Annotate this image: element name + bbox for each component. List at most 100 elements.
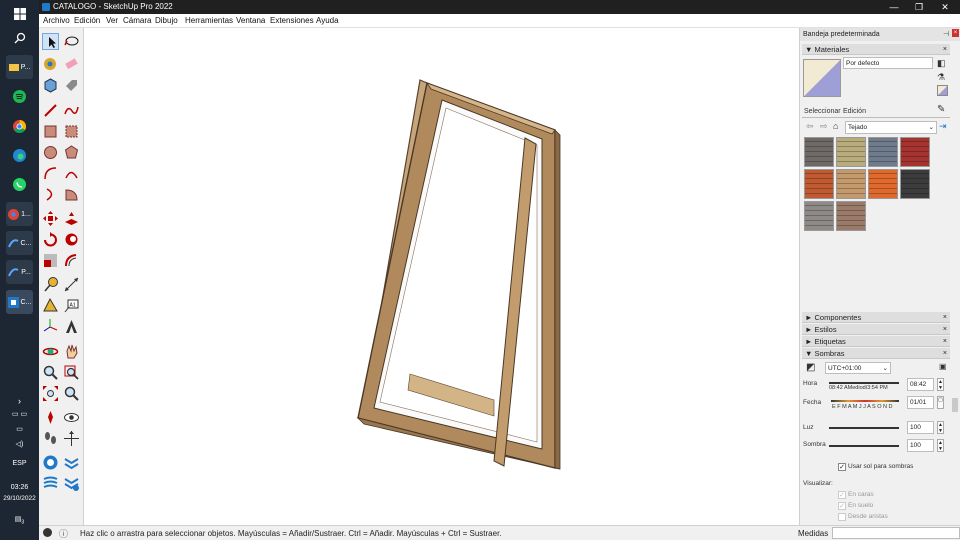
material-swatch[interactable]: [804, 137, 834, 167]
scale-icon[interactable]: [42, 252, 59, 269]
shadow-toggle-icon[interactable]: ◩: [806, 362, 815, 373]
rotate-icon[interactable]: [42, 231, 59, 248]
credits-icon[interactable]: ⓘ: [59, 527, 68, 540]
close-section-icon[interactable]: ×: [943, 336, 947, 347]
tab-select[interactable]: Seleccionar: [804, 108, 841, 115]
arc-icon[interactable]: [42, 165, 59, 182]
chrome-icon[interactable]: [6, 114, 33, 138]
menu-extensiones[interactable]: Extensiones: [270, 16, 314, 25]
fecha-slider[interactable]: [831, 400, 899, 402]
offset-icon[interactable]: [63, 252, 80, 269]
whatsapp-icon[interactable]: [6, 172, 33, 196]
menu-camara[interactable]: Cámara: [123, 16, 151, 25]
material-swatch[interactable]: [868, 169, 898, 199]
create-material-icon[interactable]: ◧: [937, 58, 946, 69]
protractor-icon[interactable]: [42, 297, 59, 314]
extension-manager-icon[interactable]: [42, 475, 59, 492]
pin-icon[interactable]: ⊣: [943, 30, 949, 38]
luz-spinner[interactable]: ▲ ▼: [937, 421, 944, 434]
text-tool-icon[interactable]: A1: [63, 297, 80, 314]
network-icon[interactable]: ▭: [0, 425, 39, 433]
line-tool-icon[interactable]: [42, 102, 59, 119]
home-icon[interactable]: ⌂: [833, 121, 838, 131]
zoom-extents-icon[interactable]: [42, 385, 59, 402]
material-swatch[interactable]: [836, 169, 866, 199]
back-icon[interactable]: ⇦: [806, 121, 814, 132]
tag-tool-icon[interactable]: [63, 77, 80, 94]
pan-icon[interactable]: [63, 343, 80, 360]
layout-send-icon[interactable]: [63, 475, 80, 492]
material-swatch[interactable]: [900, 137, 930, 167]
utc-select[interactable]: UTC+01:00 ⌄: [825, 362, 891, 374]
clock-time[interactable]: 03:26: [0, 484, 39, 491]
minimize-button[interactable]: —: [881, 0, 907, 14]
details-icon[interactable]: ⇥: [939, 121, 947, 132]
dimension-icon[interactable]: [63, 276, 80, 293]
material-swatch[interactable]: [804, 201, 834, 231]
explorer-icon[interactable]: P...: [6, 55, 33, 79]
walk-icon[interactable]: [42, 430, 59, 447]
orbit-lasso-icon[interactable]: [63, 33, 80, 50]
material-swatch[interactable]: [804, 169, 834, 199]
edge-icon[interactable]: [6, 143, 33, 167]
language-indicator[interactable]: ESP: [0, 460, 39, 467]
close-section-icon[interactable]: ×: [943, 44, 947, 55]
eyedropper-icon[interactable]: ✎: [937, 104, 945, 115]
section-components[interactable]: ► Componentes ×: [802, 312, 950, 323]
select-tool-icon[interactable]: [42, 33, 59, 50]
material-swatch[interactable]: [836, 201, 866, 231]
on-ground-checkbox[interactable]: ✓: [838, 502, 846, 510]
menu-herramientas[interactable]: Herramientas: [185, 16, 233, 25]
menu-dibujo[interactable]: Dibujo: [155, 16, 178, 25]
search-icon[interactable]: [6, 26, 33, 50]
app-p-icon[interactable]: P...: [6, 260, 33, 284]
hora-spinner[interactable]: ▲ ▼: [937, 378, 944, 391]
three-point-arc-icon[interactable]: [42, 186, 59, 203]
drawing-viewport[interactable]: [84, 28, 798, 525]
rectangle-icon[interactable]: [42, 123, 59, 140]
position-camera-icon[interactable]: [42, 409, 59, 426]
material-swatch[interactable]: [868, 137, 898, 167]
app-c-icon[interactable]: C...: [6, 231, 33, 255]
fecha-spinner[interactable]: ▢: [937, 396, 944, 409]
previous-view-icon[interactable]: [63, 385, 80, 402]
volume-icon[interactable]: ◁): [0, 440, 39, 448]
close-section-icon[interactable]: ×: [943, 324, 947, 335]
close-section-icon[interactable]: ×: [943, 348, 947, 359]
sombra-slider[interactable]: [829, 445, 899, 447]
material-swatch[interactable]: [900, 169, 930, 199]
section-materials[interactable]: ▼ Materiales ×: [802, 44, 950, 55]
spotify-icon[interactable]: [6, 84, 33, 108]
section-plane-icon[interactable]: [63, 430, 80, 447]
chevron-up-icon[interactable]: ›: [0, 396, 39, 406]
extension-warehouse-icon[interactable]: [63, 454, 80, 471]
close-button[interactable]: ✕: [932, 0, 958, 14]
use-sun-checkbox[interactable]: ✓: [838, 463, 846, 471]
move-icon[interactable]: [42, 210, 59, 227]
tab-edit[interactable]: Edición: [843, 108, 866, 115]
luz-input[interactable]: 100: [907, 421, 934, 434]
window-frame-model[interactable]: [84, 28, 798, 525]
tray-scrollbar[interactable]: [952, 398, 958, 412]
material-category-select[interactable]: Tejado ⌄: [845, 121, 937, 134]
on-faces-checkbox[interactable]: ✓: [838, 491, 846, 499]
system-tray-icons[interactable]: ▭ ▭: [0, 410, 39, 418]
maximize-button[interactable]: ❐: [906, 0, 932, 14]
menu-ver[interactable]: Ver: [106, 16, 118, 25]
menu-edicion[interactable]: Edición: [74, 16, 100, 25]
zoom-window-icon[interactable]: [63, 364, 80, 381]
zoom-icon[interactable]: [42, 364, 59, 381]
material-swatch[interactable]: [836, 137, 866, 167]
tape-measure-icon[interactable]: [42, 276, 59, 293]
section-tags[interactable]: ► Etiquetas ×: [802, 336, 950, 347]
menu-ayuda[interactable]: Ayuda: [316, 16, 339, 25]
paint-icon[interactable]: ⚗: [937, 72, 945, 83]
tray-close-icon[interactable]: ×: [952, 29, 959, 37]
component-icon[interactable]: [42, 77, 59, 94]
section-styles[interactable]: ► Estilos ×: [802, 324, 950, 335]
eraser-icon[interactable]: [63, 55, 80, 72]
sombra-input[interactable]: 100: [907, 439, 934, 452]
shadow-settings-icon[interactable]: ▣: [939, 362, 947, 371]
notification-icon[interactable]: ▤3: [0, 515, 39, 525]
fecha-input[interactable]: 01/01: [907, 396, 934, 409]
